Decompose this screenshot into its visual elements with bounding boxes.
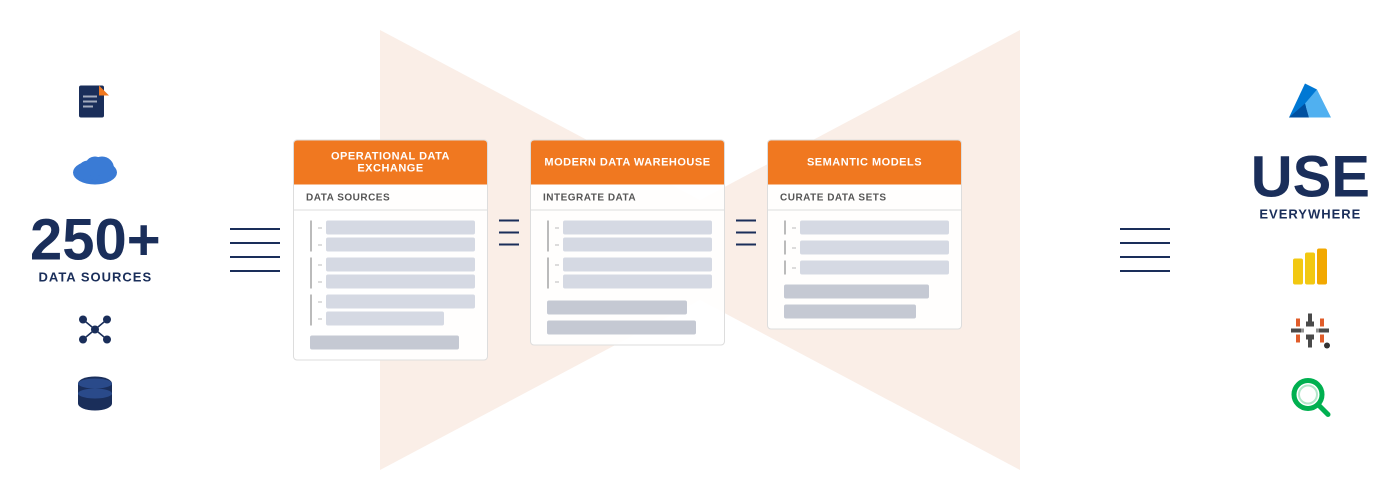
panel-semantic-subheader: CURATE DATA SETS	[768, 185, 961, 211]
left-connector	[230, 228, 280, 272]
panel-operational-content	[294, 211, 487, 360]
connector-line	[1120, 242, 1170, 244]
cloud-icon	[70, 151, 120, 187]
connector-line	[230, 270, 280, 272]
connector-line	[1120, 270, 1170, 272]
panel-warehouse-subheader: INTEGRATE DATA	[531, 185, 724, 211]
connector-1-2	[499, 220, 519, 246]
left-icons: 250+ DATA SOURCES	[30, 84, 161, 417]
panel-warehouse: MODERN DATA WAREHOUSE INTEGRATE DATA	[530, 140, 725, 346]
panel-operational: OPERATIONAL DATA EXCHANGE DATA SOURCES	[293, 140, 488, 361]
panel-warehouse-content	[531, 211, 724, 345]
use-label: USE	[1251, 149, 1370, 207]
document-icon	[77, 84, 113, 126]
connector-line	[230, 228, 280, 230]
everywhere-label: EVERYWHERE	[1251, 207, 1370, 222]
right-connector	[1120, 228, 1170, 272]
right-text: USE EVERYWHERE	[1251, 149, 1370, 222]
azure-icon	[1287, 82, 1333, 124]
connector-2-3	[736, 220, 756, 246]
right-section: USE EVERYWHERE	[1251, 82, 1370, 419]
panel-operational-subheader: DATA SOURCES	[294, 185, 487, 211]
panel-semantic-header: SEMANTIC MODELS	[768, 141, 961, 185]
connector-line	[1120, 228, 1170, 230]
connector-line	[1120, 256, 1170, 258]
connector-line	[230, 242, 280, 244]
panel-warehouse-header: MODERN DATA WAREHOUSE	[531, 141, 724, 185]
powerbi-icon	[1291, 247, 1329, 287]
panel-semantic: SEMANTIC MODELS CURATE DATA SETS	[767, 140, 962, 330]
network-icon	[75, 310, 115, 350]
search-green-icon	[1288, 375, 1332, 419]
panel-operational-header: OPERATIONAL DATA EXCHANGE	[294, 141, 487, 185]
left-text: 250+ DATA SOURCES	[30, 212, 161, 285]
connector-line	[230, 256, 280, 258]
database-icon	[76, 375, 114, 417]
panels-container: OPERATIONAL DATA EXCHANGE DATA SOURCES	[290, 140, 965, 361]
data-source-count: 250+	[30, 212, 161, 270]
tableau-icon	[1289, 312, 1331, 350]
left-section: 250+ DATA SOURCES	[30, 84, 161, 417]
main-container: 250+ DATA SOURCES	[0, 0, 1400, 500]
data-source-label: DATA SOURCES	[30, 270, 161, 285]
panel-semantic-content	[768, 211, 961, 329]
